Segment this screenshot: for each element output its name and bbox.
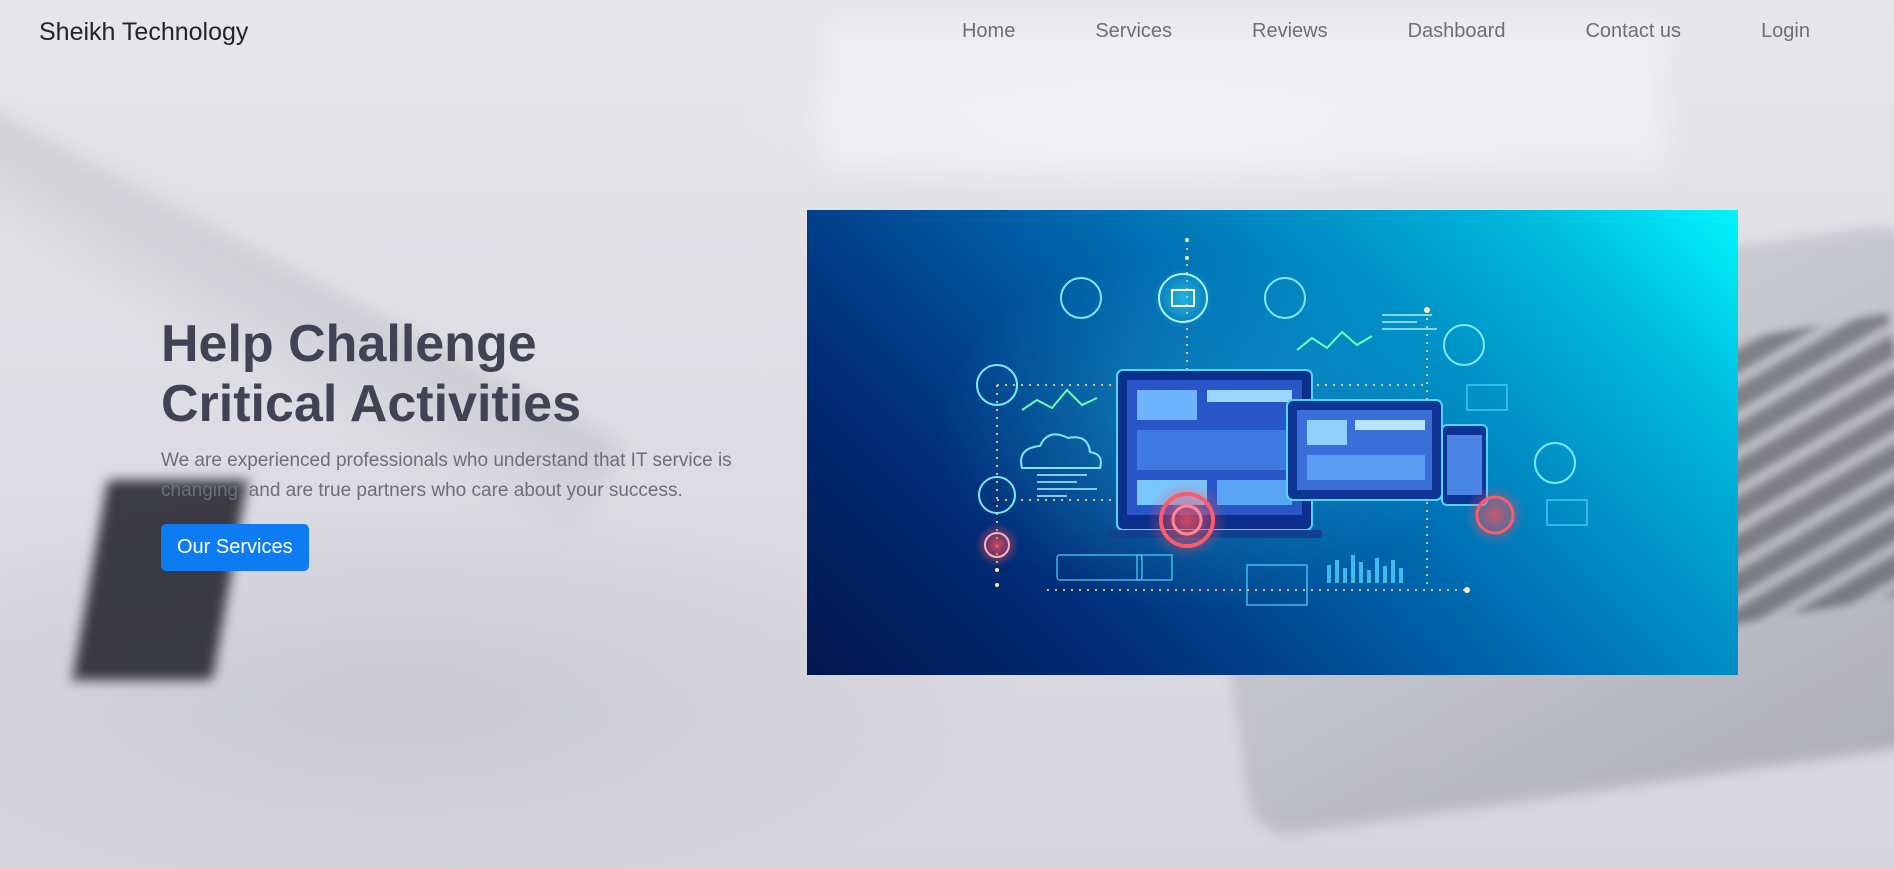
hero-title-line2: Critical Activities (161, 375, 582, 433)
navbar: Sheikh Technology Home Services Reviews … (0, 0, 1894, 70)
brand-logo[interactable]: Sheikh Technology (39, 18, 248, 47)
nav-reviews[interactable]: Reviews (1252, 20, 1328, 43)
nav-services[interactable]: Services (1095, 20, 1172, 43)
hero-title-line1: Help Challenge (161, 315, 537, 373)
nav-login[interactable]: Login (1761, 20, 1810, 43)
our-services-button[interactable]: Our Services (161, 524, 309, 571)
hero-illustration-image (807, 210, 1738, 675)
nav-contact-us[interactable]: Contact us (1585, 20, 1681, 43)
nav-dashboard[interactable]: Dashboard (1408, 20, 1506, 43)
hero-title: Help Challenge Critical Activities (161, 314, 681, 434)
nav-links: Home Services Reviews Dashboard Contact … (962, 20, 1810, 43)
nav-home[interactable]: Home (962, 20, 1015, 43)
hero-subtitle: We are experienced professionals who und… (161, 450, 732, 501)
